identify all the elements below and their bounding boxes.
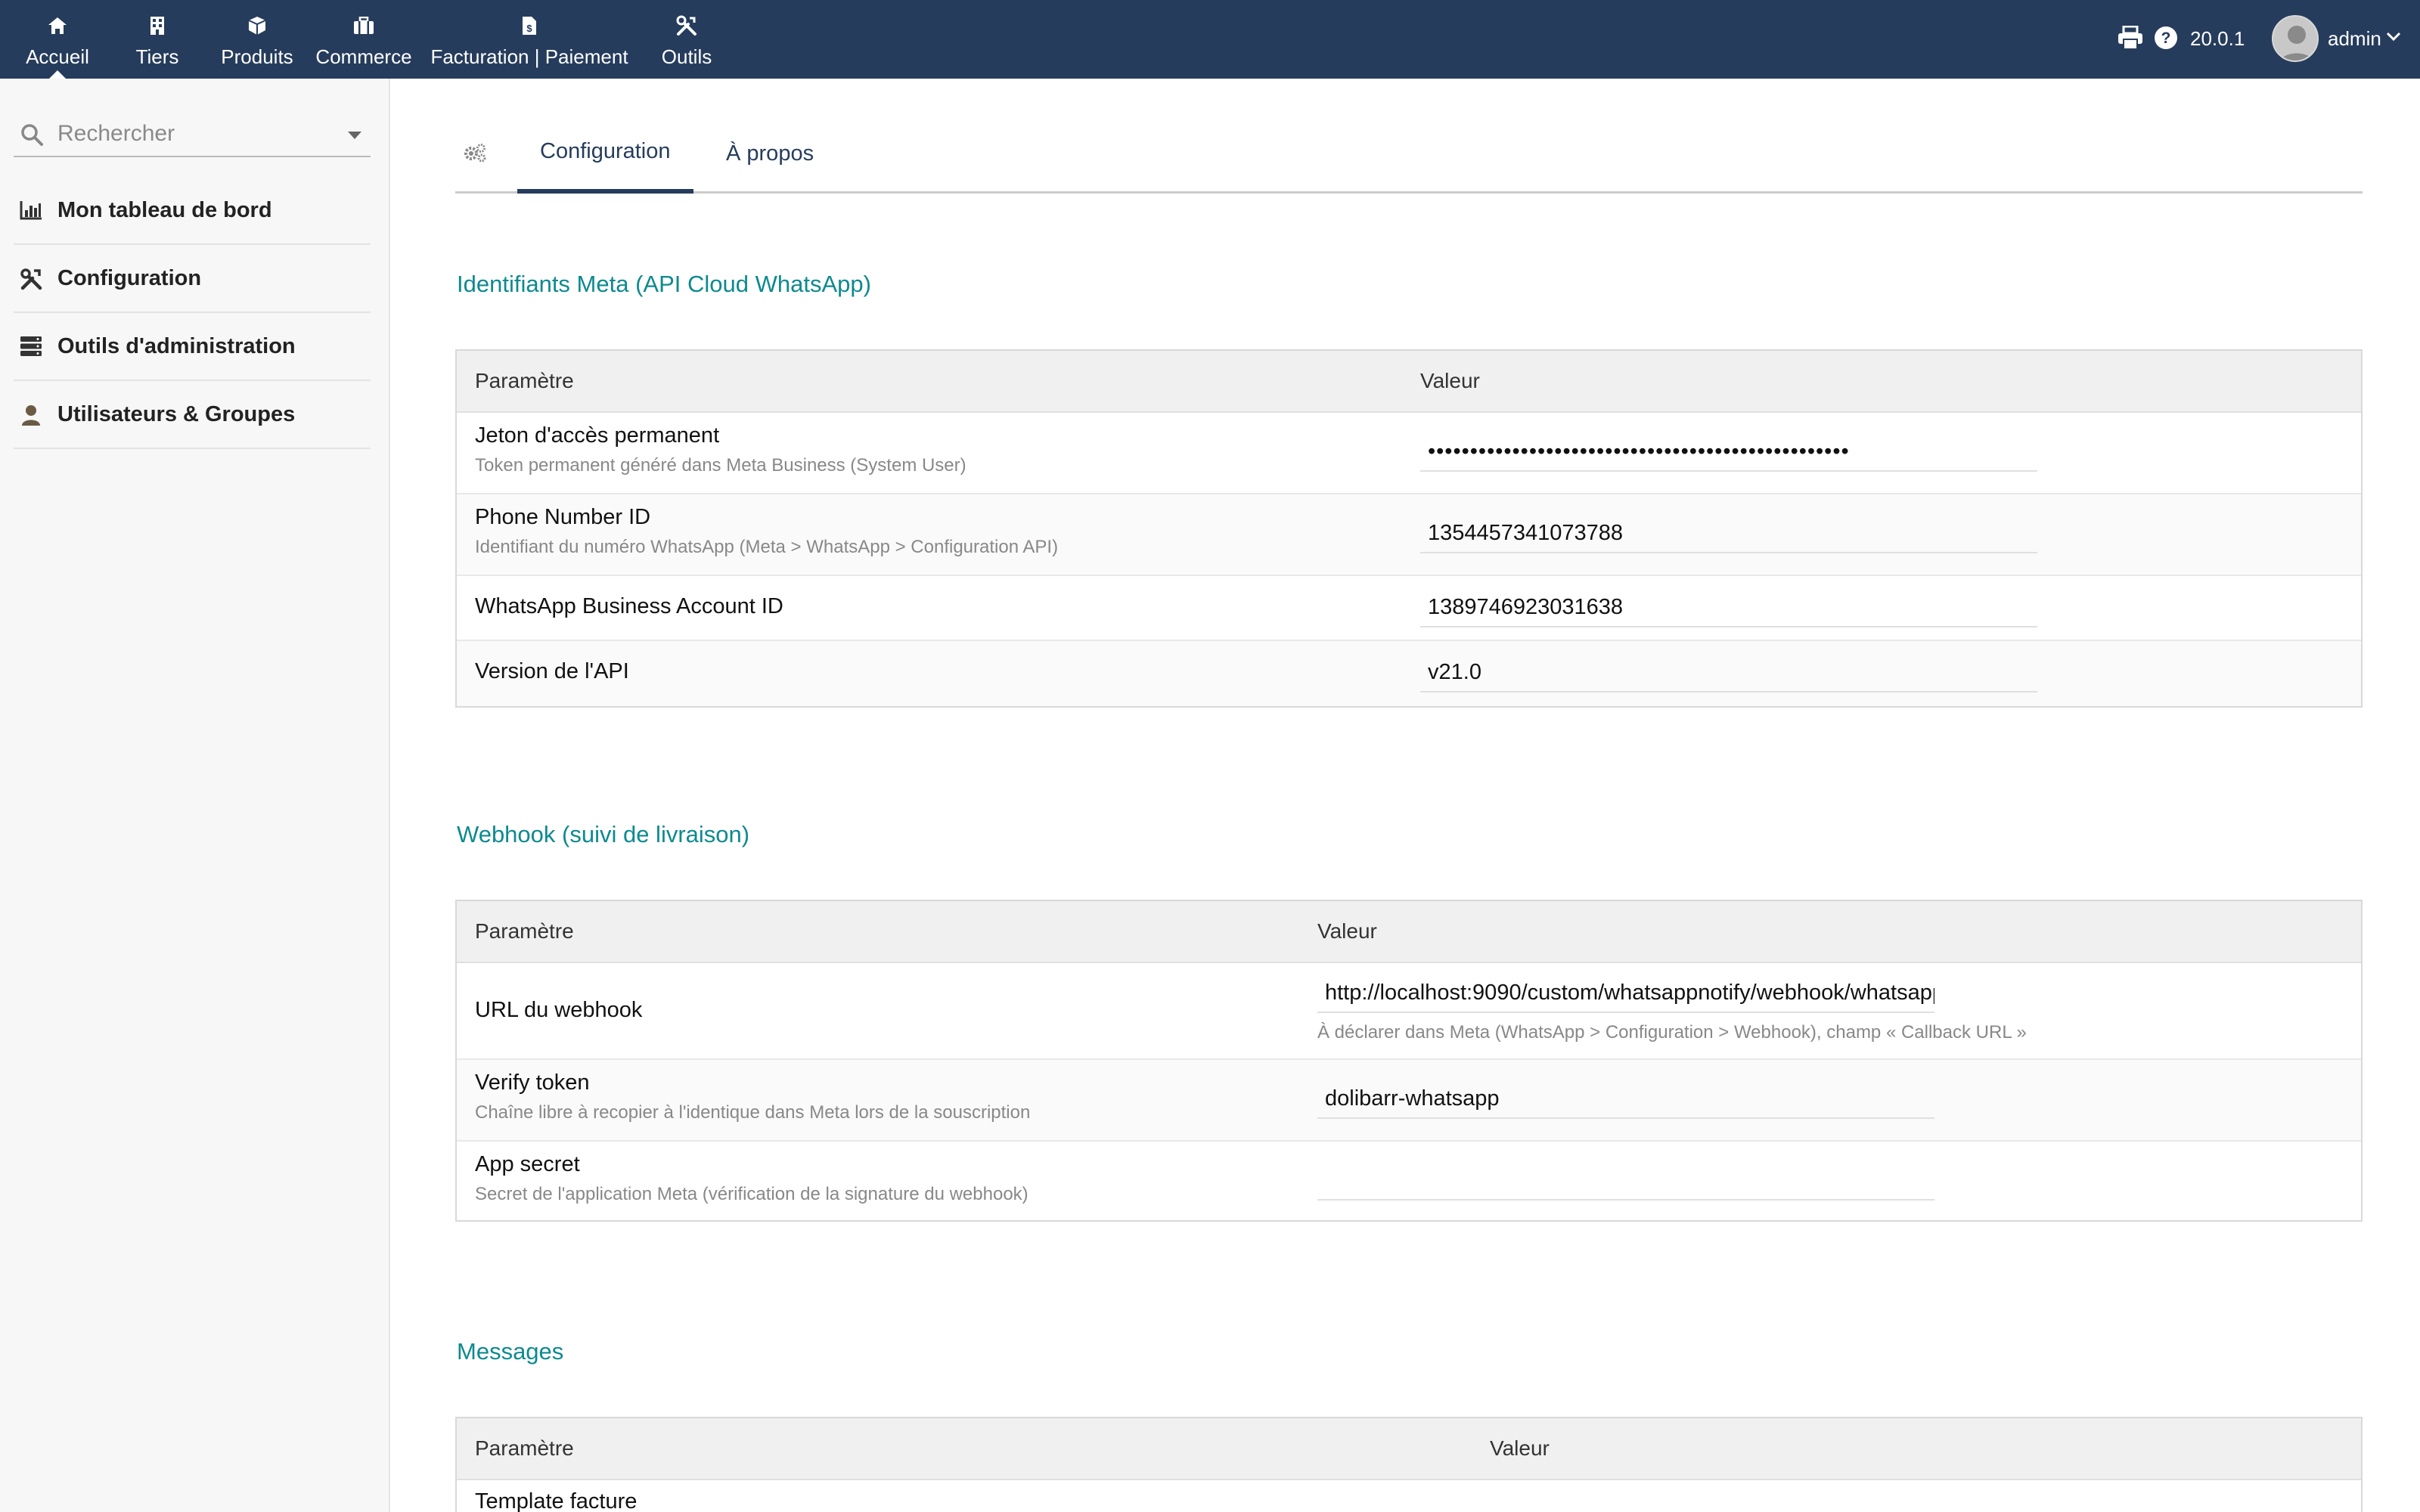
col-header-value: Valeur bbox=[1490, 1436, 1550, 1460]
sidebar-item-label: Utilisateurs & Groupes bbox=[57, 401, 296, 426]
col-header-value: Valeur bbox=[1317, 919, 1377, 943]
tools-icon bbox=[676, 15, 697, 36]
col-header-param: Paramètre bbox=[475, 919, 574, 943]
home-icon bbox=[47, 15, 68, 36]
nav-label: Facturation | Paiement bbox=[430, 45, 628, 68]
param-name: URL du webhook bbox=[475, 998, 643, 1022]
meta-params-table: Paramètre Valeur Jeton d'accès permanent… bbox=[455, 349, 2363, 708]
table-row: WhatsApp Business Account ID 13897469230… bbox=[457, 576, 2361, 641]
param-name: WhatsApp Business Account ID bbox=[475, 594, 783, 618]
nav-item-tiers[interactable]: Tiers bbox=[127, 0, 188, 79]
table-row: Version de l'API v21.0 bbox=[457, 641, 2361, 706]
table-row: Phone Number ID Identifiant du numéro Wh… bbox=[457, 494, 2361, 576]
param-name: Template facture bbox=[475, 1489, 638, 1512]
table-header: Paramètre Valeur bbox=[457, 901, 2361, 963]
gears-icon bbox=[463, 142, 487, 167]
chevron-down-icon[interactable] bbox=[2385, 30, 2402, 46]
sidebar: Rechercher Mon tableau de bord Configura… bbox=[0, 79, 390, 1512]
param-name: App secret bbox=[475, 1152, 580, 1176]
avatar[interactable] bbox=[2272, 15, 2319, 62]
print-icon[interactable] bbox=[2118, 25, 2143, 54]
section-title-messages: Messages bbox=[457, 1338, 564, 1365]
section-title-meta: Identifiants Meta (API Cloud WhatsApp) bbox=[457, 271, 871, 297]
briefcase-icon bbox=[353, 15, 374, 36]
sidebar-item-utilisateurs[interactable]: Utilisateurs & Groupes bbox=[14, 381, 371, 449]
param-desc: Token permanent généré dans Meta Busines… bbox=[475, 455, 966, 476]
tab-a-propos[interactable]: À propos bbox=[726, 113, 814, 194]
webhook-params-table: Paramètre Valeur URL du webhook http://l… bbox=[455, 900, 2363, 1222]
param-desc: Secret de l'application Meta (vérificati… bbox=[475, 1184, 1028, 1204]
sidebar-item-label: Mon tableau de bord bbox=[57, 197, 272, 222]
param-name: Jeton d'accès permanent bbox=[475, 423, 720, 448]
tools-icon bbox=[20, 268, 44, 290]
param-desc: Chaîne libre à recopier à l'identique da… bbox=[475, 1102, 1031, 1123]
username[interactable]: admin bbox=[2328, 27, 2381, 51]
nav-label: Tiers bbox=[135, 45, 179, 68]
sidebar-item-tableau-de-bord[interactable]: Mon tableau de bord bbox=[14, 177, 371, 245]
section-title-webhook: Webhook (suivi de livraison) bbox=[457, 821, 750, 847]
search-icon bbox=[20, 122, 44, 150]
api-version-input[interactable]: v21.0 bbox=[1420, 652, 2037, 692]
param-name: Version de l'API bbox=[475, 659, 629, 683]
table-row: Jeton d'accès permanent Token permanent … bbox=[457, 413, 2361, 494]
table-row: URL du webhook http://localhost:9090/cus… bbox=[457, 963, 2361, 1060]
tab-configuration[interactable]: Configuration bbox=[517, 113, 693, 194]
search-placeholder: Rechercher bbox=[57, 121, 175, 146]
sidebar-item-configuration[interactable]: Configuration bbox=[14, 245, 371, 313]
messages-params-table: Paramètre Valeur Template facture bbox=[455, 1417, 2363, 1512]
sidebar-item-label: Outils d'administration bbox=[57, 333, 296, 358]
nav-label: Commerce bbox=[315, 45, 412, 68]
nav-item-accueil[interactable]: Accueil bbox=[18, 0, 97, 79]
col-header-value: Valeur bbox=[1420, 369, 1480, 392]
nav-item-outils[interactable]: Outils bbox=[650, 0, 723, 79]
table-header: Paramètre Valeur bbox=[457, 351, 2361, 413]
nav-item-commerce[interactable]: Commerce bbox=[315, 0, 413, 79]
building-icon bbox=[150, 15, 165, 36]
svg-text:$: $ bbox=[526, 23, 532, 34]
sidebar-item-label: Configuration bbox=[57, 265, 202, 290]
phone-number-id-input[interactable]: 1354457341073788 bbox=[1420, 513, 2037, 553]
top-navbar: Accueil Tiers Produits Commerce $ Factur… bbox=[0, 0, 2420, 79]
nav-label: Produits bbox=[221, 45, 293, 68]
webhook-url-hint: À déclarer dans Meta (WhatsApp > Configu… bbox=[1317, 1022, 2027, 1043]
caret-down-icon[interactable] bbox=[348, 132, 361, 139]
user-icon bbox=[20, 404, 44, 426]
business-account-id-input[interactable]: 1389746923031638 bbox=[1420, 587, 2037, 627]
param-desc: Identifiant du numéro WhatsApp (Meta > W… bbox=[475, 537, 1059, 557]
param-name: Phone Number ID bbox=[475, 505, 651, 529]
access-token-input[interactable]: ••••••••••••••••••••••••••••••••••••••••… bbox=[1420, 431, 2037, 472]
app-secret-input[interactable] bbox=[1317, 1160, 1934, 1201]
cube-icon bbox=[247, 15, 267, 36]
server-icon bbox=[20, 336, 44, 358]
col-header-param: Paramètre bbox=[475, 1436, 574, 1460]
param-name: Verify token bbox=[475, 1070, 590, 1095]
table-header: Paramètre Valeur bbox=[457, 1418, 2361, 1480]
nav-item-facturation[interactable]: $ Facturation | Paiement bbox=[428, 0, 631, 79]
table-row: Verify token Chaîne libre à recopier à l… bbox=[457, 1060, 2361, 1142]
sidebar-item-outils-admin[interactable]: Outils d'administration bbox=[14, 313, 371, 381]
webhook-url-input[interactable]: http://localhost:9090/custom/whatsappnot… bbox=[1317, 972, 1934, 1013]
table-row: Template facture bbox=[457, 1480, 2361, 1512]
nav-label: Outils bbox=[661, 45, 712, 68]
help-icon[interactable]: ? bbox=[2154, 26, 2178, 54]
verify-token-input[interactable]: dolibarr-whatsapp bbox=[1317, 1078, 1934, 1119]
search-input[interactable]: Rechercher bbox=[14, 112, 371, 157]
nav-label: Accueil bbox=[26, 45, 89, 68]
col-header-param: Paramètre bbox=[475, 369, 574, 392]
chart-bar-icon bbox=[20, 200, 44, 222]
tab-bar: Configuration À propos bbox=[455, 113, 2363, 194]
version-label: 20.0.1 bbox=[2190, 27, 2245, 50]
svg-text:?: ? bbox=[2161, 29, 2171, 47]
nav-item-produits[interactable]: Produits bbox=[218, 0, 296, 79]
table-row: App secret Secret de l'application Meta … bbox=[457, 1142, 2361, 1220]
invoice-icon: $ bbox=[522, 15, 537, 36]
